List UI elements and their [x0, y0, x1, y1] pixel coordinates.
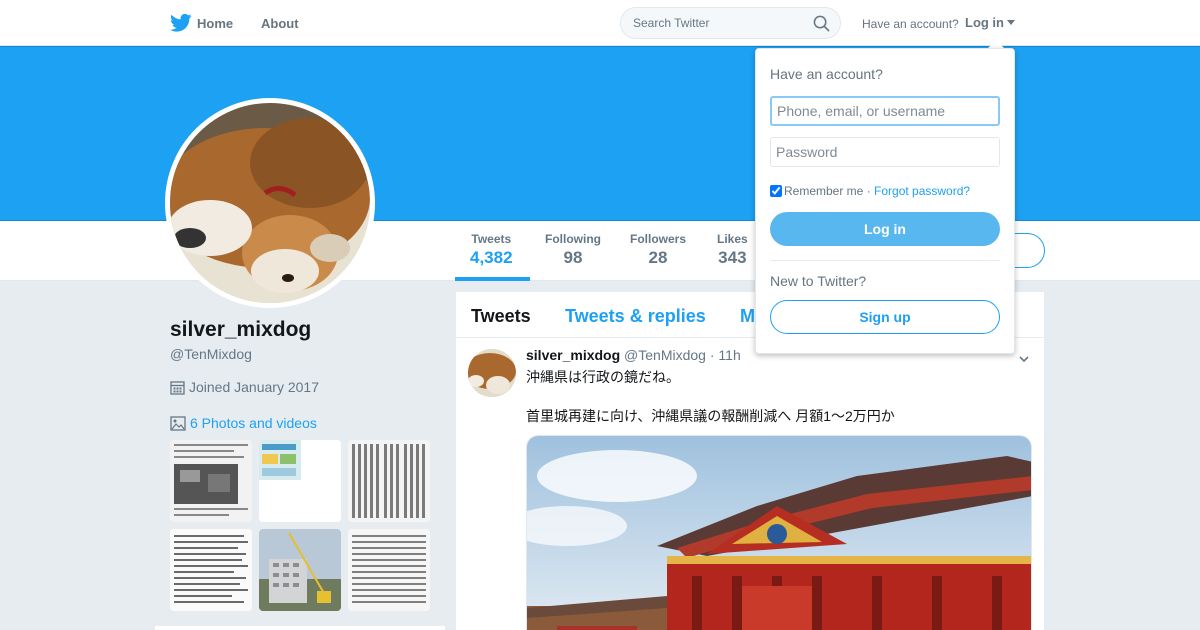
- top-navigation-bar: Home About Search Twitter Have an accoun…: [0, 0, 1200, 46]
- password-field[interactable]: [770, 137, 1000, 167]
- tweet-author-name[interactable]: silver_mixdog: [526, 347, 620, 363]
- stat-value: 4,382: [470, 248, 513, 267]
- stat-tweets[interactable]: Tweets 4,382: [470, 232, 513, 268]
- login-label: Log in: [965, 15, 1004, 30]
- remember-row: Remember me · Forgot password?: [770, 184, 970, 198]
- stat-label: Followers: [630, 232, 687, 246]
- joined-text: Joined January 2017: [189, 379, 319, 395]
- stat-value: 98: [563, 248, 583, 267]
- profile-name[interactable]: silver_mixdog: [170, 318, 311, 342]
- stat-label: Following: [545, 232, 601, 246]
- remember-me-checkbox[interactable]: [770, 185, 782, 197]
- search-icon[interactable]: [813, 15, 830, 32]
- photo-thumbnail[interactable]: [170, 440, 252, 522]
- image-icon: [170, 416, 186, 431]
- tweet-text-line: 沖縄県は行政の鏡だね。: [526, 369, 680, 385]
- sidebar-card: [155, 626, 445, 630]
- photos-videos-link[interactable]: 6 Photos and videos: [170, 415, 317, 431]
- stat-value: 343: [718, 248, 747, 267]
- forgot-password-link[interactable]: Forgot password?: [874, 184, 970, 198]
- signup-button[interactable]: Sign up: [770, 300, 1000, 334]
- login-dropdown: Have an account? Remember me · Forgot pa…: [755, 48, 1015, 354]
- photo-thumbnail[interactable]: [170, 529, 252, 611]
- calendar-icon: [170, 381, 185, 395]
- tweet-header: silver_mixdog @TenMixdog · 11h: [526, 347, 741, 363]
- chevron-down-icon[interactable]: [1019, 354, 1029, 364]
- remember-me-label[interactable]: Remember me: [784, 184, 863, 198]
- photo-thumbnail[interactable]: [348, 440, 430, 522]
- stat-label: Likes: [717, 232, 748, 246]
- dropdown-title: Have an account?: [770, 66, 883, 82]
- photo-thumbnail[interactable]: [348, 529, 430, 611]
- nav-about-link[interactable]: About: [261, 16, 299, 31]
- username-field[interactable]: [770, 96, 1000, 126]
- tweet-author-handle[interactable]: @TenMixdog: [624, 347, 706, 363]
- tab-tweets[interactable]: Tweets: [471, 306, 531, 327]
- nav-home-link[interactable]: Home: [197, 16, 233, 31]
- stat-followers[interactable]: Followers 28: [630, 232, 686, 268]
- tweet-text-line: 首里城再建に向け、沖縄県議の報酬削減へ 月額1～2万円か: [526, 408, 895, 424]
- new-to-twitter-text: New to Twitter?: [770, 273, 867, 289]
- photos-videos-label: 6 Photos and videos: [190, 415, 317, 431]
- search-box[interactable]: Search Twitter: [620, 7, 841, 39]
- stat-label: Tweets: [471, 232, 512, 246]
- photo-thumbnail[interactable]: [259, 529, 341, 611]
- tweet-media-image[interactable]: [526, 435, 1032, 630]
- caret-down-icon: [1007, 20, 1015, 25]
- profile-avatar[interactable]: [165, 98, 375, 308]
- twitter-bird-icon[interactable]: [170, 13, 192, 33]
- stat-value: 28: [648, 248, 668, 267]
- photo-thumbnail[interactable]: [259, 440, 341, 522]
- search-input[interactable]: Search Twitter: [633, 16, 709, 30]
- have-account-text: Have an account?: [862, 17, 959, 31]
- dog-photo: [170, 103, 370, 303]
- active-tab-indicator: [455, 277, 530, 281]
- separator-dot: ·: [863, 184, 875, 198]
- tweet-avatar[interactable]: [468, 349, 516, 397]
- tab-media[interactable]: M: [740, 306, 755, 327]
- login-dropdown-toggle[interactable]: Log in: [965, 15, 1015, 30]
- tweet-timestamp[interactable]: · 11h: [710, 347, 741, 363]
- stat-likes[interactable]: Likes 343: [717, 232, 748, 268]
- divider: [770, 260, 1000, 261]
- joined-date: Joined January 2017: [170, 379, 319, 395]
- tab-tweets-replies[interactable]: Tweets & replies: [565, 306, 706, 327]
- login-button[interactable]: Log in: [770, 212, 1000, 246]
- profile-handle: @TenMixdog: [170, 346, 252, 362]
- stat-following[interactable]: Following 98: [545, 232, 601, 268]
